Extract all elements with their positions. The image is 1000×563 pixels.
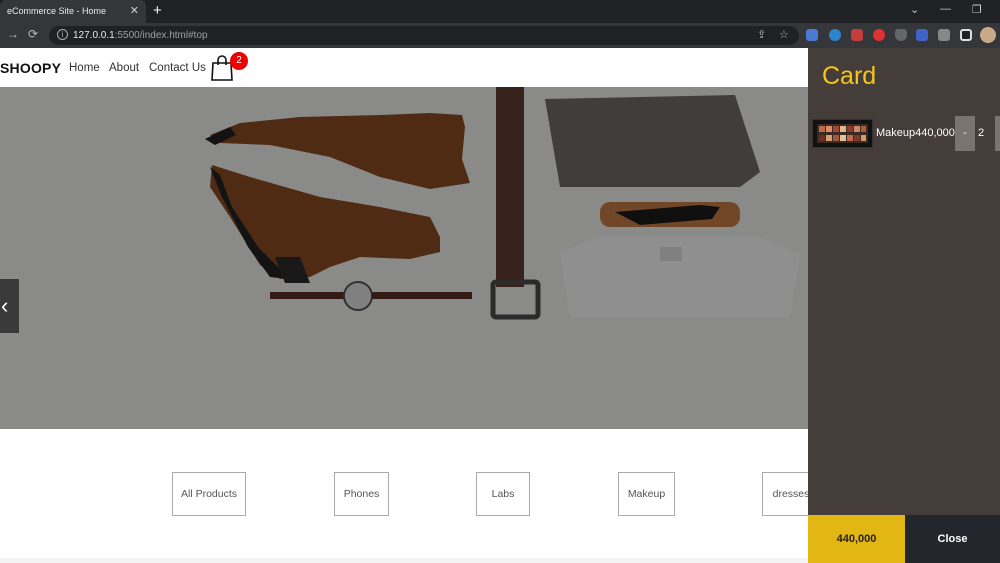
- address-bar[interactable]: i 127.0.0.1:5500/index.html#top ⇪ ☆: [49, 26, 799, 45]
- share-icon[interactable]: ⇪: [757, 28, 766, 41]
- increase-quantity-button[interactable]: [995, 116, 1000, 151]
- cart-item-name: Makeup: [876, 127, 916, 139]
- cart-panel: Card Makeup440,000 - 2 440,000 Close: [808, 48, 1000, 563]
- extensions-puzzle-icon[interactable]: [938, 29, 950, 41]
- cart-close-button[interactable]: Close: [905, 515, 1000, 563]
- cart-item-thumbnail: [812, 119, 873, 148]
- makeup-palette-image: [817, 124, 868, 143]
- restore-icon[interactable]: ❐: [972, 3, 982, 16]
- product-grid-edge: [0, 558, 808, 563]
- cart-item-name-price: Makeup440,000: [876, 127, 955, 139]
- cart-title: Card: [822, 62, 877, 90]
- decrease-quantity-button[interactable]: -: [955, 116, 975, 151]
- reload-icon[interactable]: ⟳: [28, 27, 38, 41]
- screen: eCommerce Site - Home ✕ + ⌄ — ❐ → ⟳ i 12…: [0, 0, 1000, 563]
- new-tab-icon[interactable]: +: [153, 2, 162, 19]
- cart-total: 440,000: [808, 515, 905, 563]
- browser-tab[interactable]: eCommerce Site - Home ✕: [0, 0, 146, 23]
- cart-item: Makeup440,000 - 2: [808, 116, 1000, 151]
- nav-home[interactable]: Home: [69, 62, 100, 74]
- cart-item-quantity: 2: [978, 127, 985, 139]
- site-header: SHOOPY Home About Contact Us 2: [0, 48, 808, 87]
- adblock-extension-icon[interactable]: [873, 29, 885, 41]
- carousel-prev-button[interactable]: ‹: [0, 279, 19, 333]
- extension-icon[interactable]: [851, 29, 863, 41]
- browser-toolbar: → ⟳ i 127.0.0.1:5500/index.html#top ⇪ ☆: [0, 23, 1000, 48]
- tab-title: eCommerce Site - Home: [7, 6, 107, 16]
- url-path: :5500/index.html#top: [114, 30, 208, 41]
- minimize-icon[interactable]: —: [940, 3, 951, 15]
- cart-item-price: 440,000: [915, 127, 955, 139]
- filter-labs-button[interactable]: Labs: [476, 472, 530, 516]
- translate-extension-icon[interactable]: [806, 29, 818, 41]
- hero-dim-overlay: [0, 87, 808, 429]
- url-host: 127.0.0.1: [73, 30, 115, 41]
- drop-extension-icon[interactable]: [829, 29, 841, 41]
- side-panel-icon[interactable]: [960, 29, 972, 41]
- hero-carousel: ‹: [0, 87, 808, 429]
- filter-dresses-button[interactable]: dresses: [762, 472, 808, 516]
- site-logo[interactable]: SHOOPY: [0, 60, 61, 76]
- cart-count-badge: 2: [230, 52, 248, 70]
- shield-extension-icon[interactable]: [895, 29, 907, 41]
- profile-avatar[interactable]: [980, 27, 996, 43]
- bookmark-star-icon[interactable]: ☆: [779, 28, 789, 41]
- url-text: 127.0.0.1:5500/index.html#top: [73, 30, 208, 41]
- browser-tab-bar: eCommerce Site - Home ✕ + ⌄ — ❐: [0, 0, 1000, 23]
- filter-all-products-button[interactable]: All Products: [172, 472, 246, 516]
- nav-about[interactable]: About: [109, 62, 139, 74]
- tab-close-icon[interactable]: ✕: [130, 4, 139, 17]
- filter-makeup-button[interactable]: Makeup: [618, 472, 675, 516]
- zip-extension-icon[interactable]: [916, 29, 928, 41]
- category-filters: All Products Phones Labs Makeup dresses: [0, 429, 808, 563]
- nav-contact[interactable]: Contact Us: [149, 62, 206, 74]
- filter-phones-button[interactable]: Phones: [334, 472, 389, 516]
- tab-search-icon[interactable]: ⌄: [910, 3, 919, 16]
- site-info-icon[interactable]: i: [57, 29, 68, 40]
- web-page: SHOOPY Home About Contact Us 2 ‹ All Pro…: [0, 48, 808, 563]
- forward-icon[interactable]: →: [7, 27, 19, 41]
